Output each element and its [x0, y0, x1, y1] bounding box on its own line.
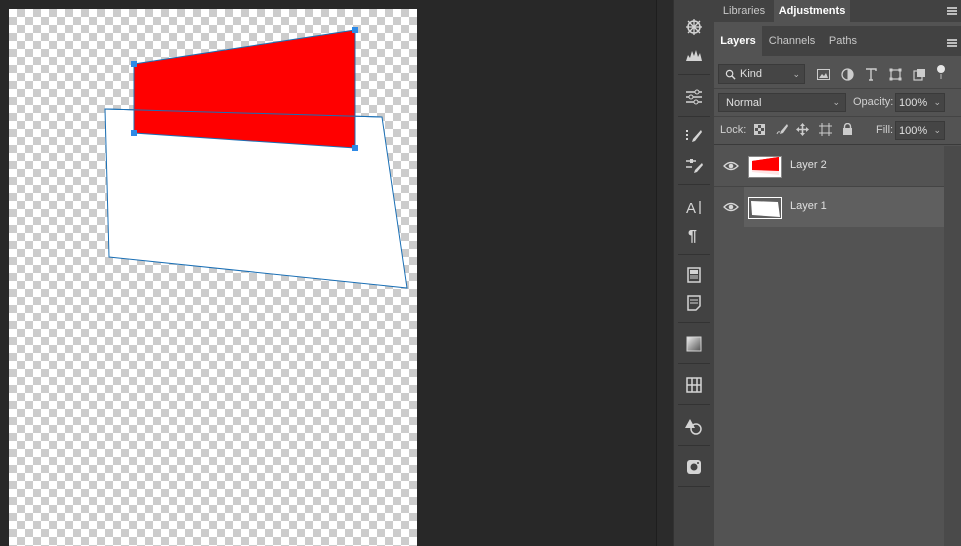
tab-layers[interactable]: Layers [714, 26, 762, 56]
histogram-icon[interactable] [681, 44, 707, 66]
layer-thumbnail[interactable] [748, 197, 782, 219]
separator [678, 404, 710, 405]
separator [678, 445, 710, 446]
panel-divider[interactable] [656, 0, 674, 546]
color-wheel-icon[interactable] [681, 16, 707, 38]
lock-transparent-pixels-icon[interactable] [752, 122, 766, 136]
layers-panel-group: Libraries Adjustments Layers Channels Pa… [714, 0, 961, 546]
tab-channels[interactable]: Channels [763, 26, 821, 56]
chevron-down-icon[interactable]: ⌄ [933, 97, 941, 108]
anchor-point[interactable] [131, 130, 137, 136]
lock-position-icon[interactable] [795, 122, 809, 136]
divider [714, 144, 961, 145]
fill-value: 100% [899, 124, 928, 137]
filter-kind-label: Kind [740, 68, 763, 80]
layers-scrollbar[interactable] [944, 146, 961, 546]
chevron-down-icon: ⌄ [792, 68, 800, 79]
separator [678, 486, 710, 487]
shapes-icon[interactable] [681, 415, 707, 437]
fill-input[interactable]: 100% ⌄ [895, 121, 945, 140]
paragraph-icon[interactable]: ¶ [681, 224, 707, 246]
separator [678, 184, 710, 185]
anchor-point[interactable] [131, 61, 137, 67]
layers-tab-bar: Layers Channels Paths [714, 26, 961, 56]
gradients-icon[interactable] [681, 333, 707, 355]
instagram-icon[interactable] [681, 456, 707, 478]
properties-icon[interactable] [681, 264, 707, 286]
fill-label: Fill: [876, 124, 894, 136]
svg-text:¶: ¶ [688, 228, 697, 245]
filter-kind-select[interactable]: Kind ⌄ [718, 64, 805, 84]
red-shape[interactable] [133, 29, 356, 149]
separator [678, 254, 710, 255]
panel-menu-icon[interactable] [947, 38, 957, 48]
lock-image-pixels-icon[interactable] [775, 122, 789, 136]
filter-shape-icon[interactable] [887, 66, 903, 82]
anchor-point[interactable] [352, 145, 358, 151]
divider [714, 116, 961, 117]
filter-toggle-icon[interactable] [934, 64, 948, 80]
layer-name[interactable]: Layer 2 [790, 159, 827, 171]
layer-row-layer-1[interactable]: Layer 1 [714, 187, 944, 227]
opacity-label: Opacity: [853, 96, 894, 108]
opacity-input[interactable]: 100% ⌄ [895, 93, 945, 112]
chevron-down-icon[interactable]: ⌄ [933, 125, 941, 136]
notes-icon[interactable] [681, 292, 707, 314]
opacity-value: 100% [899, 96, 928, 109]
canvas-shapes[interactable] [0, 0, 656, 546]
separator [678, 116, 710, 117]
lock-label: Lock: [720, 124, 747, 136]
patterns-icon[interactable] [681, 374, 707, 396]
tab-libraries[interactable]: Libraries [714, 0, 774, 22]
svg-text:A: A [686, 200, 696, 217]
brush-settings-icon[interactable] [681, 154, 707, 176]
panel-icon-strip: A ¶ [673, 0, 715, 546]
lock-all-icon[interactable] [840, 122, 854, 136]
adjustments-sliders-icon[interactable] [681, 86, 707, 108]
layer-row-layer-2[interactable]: Layer 2 [714, 146, 944, 187]
filter-type-icon[interactable] [863, 66, 879, 82]
separator [678, 322, 710, 323]
tab-paths[interactable]: Paths [822, 26, 864, 56]
search-icon [725, 69, 736, 80]
layer-thumbnail[interactable] [748, 156, 782, 178]
visibility-eye-icon[interactable] [723, 159, 739, 173]
chevron-down-icon: ⌄ [832, 97, 840, 107]
filter-smart-object-icon[interactable] [911, 66, 927, 82]
filter-adjustment-icon[interactable] [839, 66, 855, 82]
anchor-point[interactable] [352, 27, 358, 33]
panel-menu-icon[interactable] [947, 6, 957, 16]
visibility-eye-icon[interactable] [723, 200, 739, 214]
filter-pixel-icon[interactable] [815, 66, 831, 82]
layer-name[interactable]: Layer 1 [790, 200, 827, 212]
tab-adjustments[interactable]: Adjustments [774, 0, 850, 22]
divider [714, 88, 961, 89]
blend-mode-select[interactable]: Normal ⌄ [718, 93, 846, 112]
separator [678, 363, 710, 364]
separator [678, 74, 710, 75]
brushes-icon[interactable] [681, 126, 707, 148]
character-icon[interactable]: A [681, 196, 707, 218]
lock-artboard-icon[interactable] [818, 122, 832, 136]
top-tab-bar: Libraries Adjustments [714, 0, 961, 22]
blend-mode-value: Normal [726, 96, 762, 109]
canvas-area[interactable] [0, 0, 656, 546]
